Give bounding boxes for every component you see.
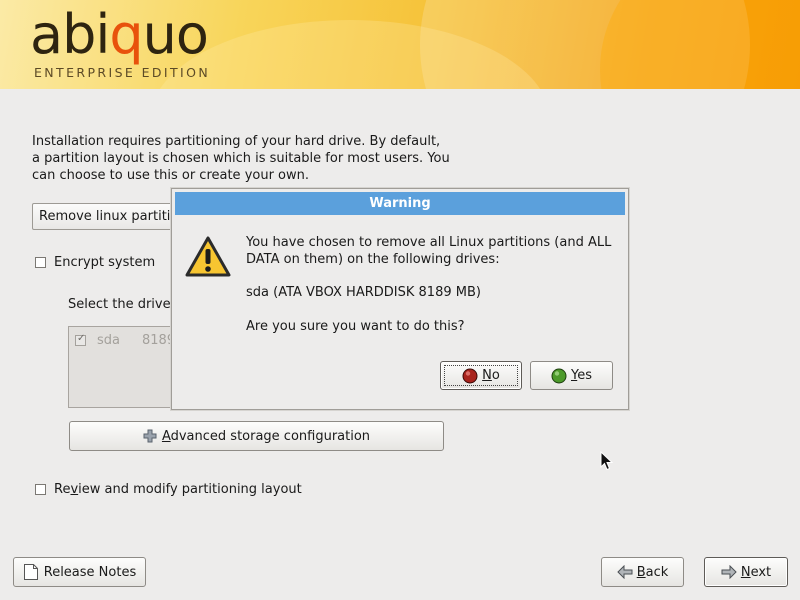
checkmark-icon: ✓ — [77, 333, 86, 344]
yes-button[interactable]: Yes — [530, 361, 613, 390]
review-partitioning-row[interactable]: Review and modify partitioning layout — [35, 482, 302, 497]
next-label: Next — [740, 564, 772, 580]
dialog-question: Are you sure you want to do this? — [246, 319, 465, 334]
header-banner: abiquo ENTERPRISE EDITION — [0, 0, 800, 89]
green-circle-icon — [551, 368, 567, 383]
edition-label: ENTERPRISE EDITION — [34, 65, 211, 80]
warning-icon — [185, 236, 231, 277]
plus-icon — [143, 429, 157, 443]
yes-label: Yes — [571, 368, 592, 383]
dialog-message: You have chosen to remove all Linux part… — [246, 235, 612, 267]
next-arrow-icon — [721, 565, 737, 579]
encrypt-system-checkbox[interactable] — [35, 257, 46, 268]
warning-dialog: Warning You have chosen to remove all Li… — [171, 188, 629, 410]
release-notes-label: Release Notes — [43, 564, 137, 580]
abiquo-logo: abiquo — [30, 3, 209, 66]
drive-select-heading: Select the drive(s) to use for this inst… — [68, 297, 170, 312]
next-button[interactable]: Next — [704, 557, 788, 587]
no-button[interactable]: No — [440, 361, 522, 390]
drive-name: sda — [97, 333, 120, 348]
drive-checkbox[interactable]: ✓ — [75, 333, 86, 346]
advanced-storage-label: Advanced storage configuration — [161, 428, 371, 444]
mouse-cursor-icon — [600, 451, 614, 471]
review-partitioning-label: Review and modify partitioning layout — [54, 482, 302, 497]
encrypt-system-row[interactable]: Encrypt system — [35, 255, 155, 270]
dialog-title: Warning — [175, 192, 625, 215]
partition-layout-select[interactable]: Remove linux partitions on selected driv… — [32, 203, 192, 230]
release-notes-button[interactable]: Release Notes — [13, 557, 146, 587]
advanced-storage-button[interactable]: Advanced storage configuration — [69, 421, 444, 451]
dialog-drive: sda (ATA VBOX HARDDISK 8189 MB) — [246, 285, 481, 300]
document-icon — [23, 564, 38, 580]
back-button[interactable]: Back — [601, 557, 684, 587]
back-label: Back — [636, 564, 669, 580]
encrypt-system-label: Encrypt system — [54, 255, 156, 270]
intro-text: Installation requires partitioning of yo… — [32, 134, 450, 183]
partition-layout-value: Remove linux partitions on selected driv… — [39, 209, 192, 224]
drive-list[interactable]: ✓ sda 8189 MB — [68, 326, 199, 408]
back-arrow-icon — [616, 565, 633, 579]
review-partitioning-checkbox[interactable] — [35, 484, 46, 495]
